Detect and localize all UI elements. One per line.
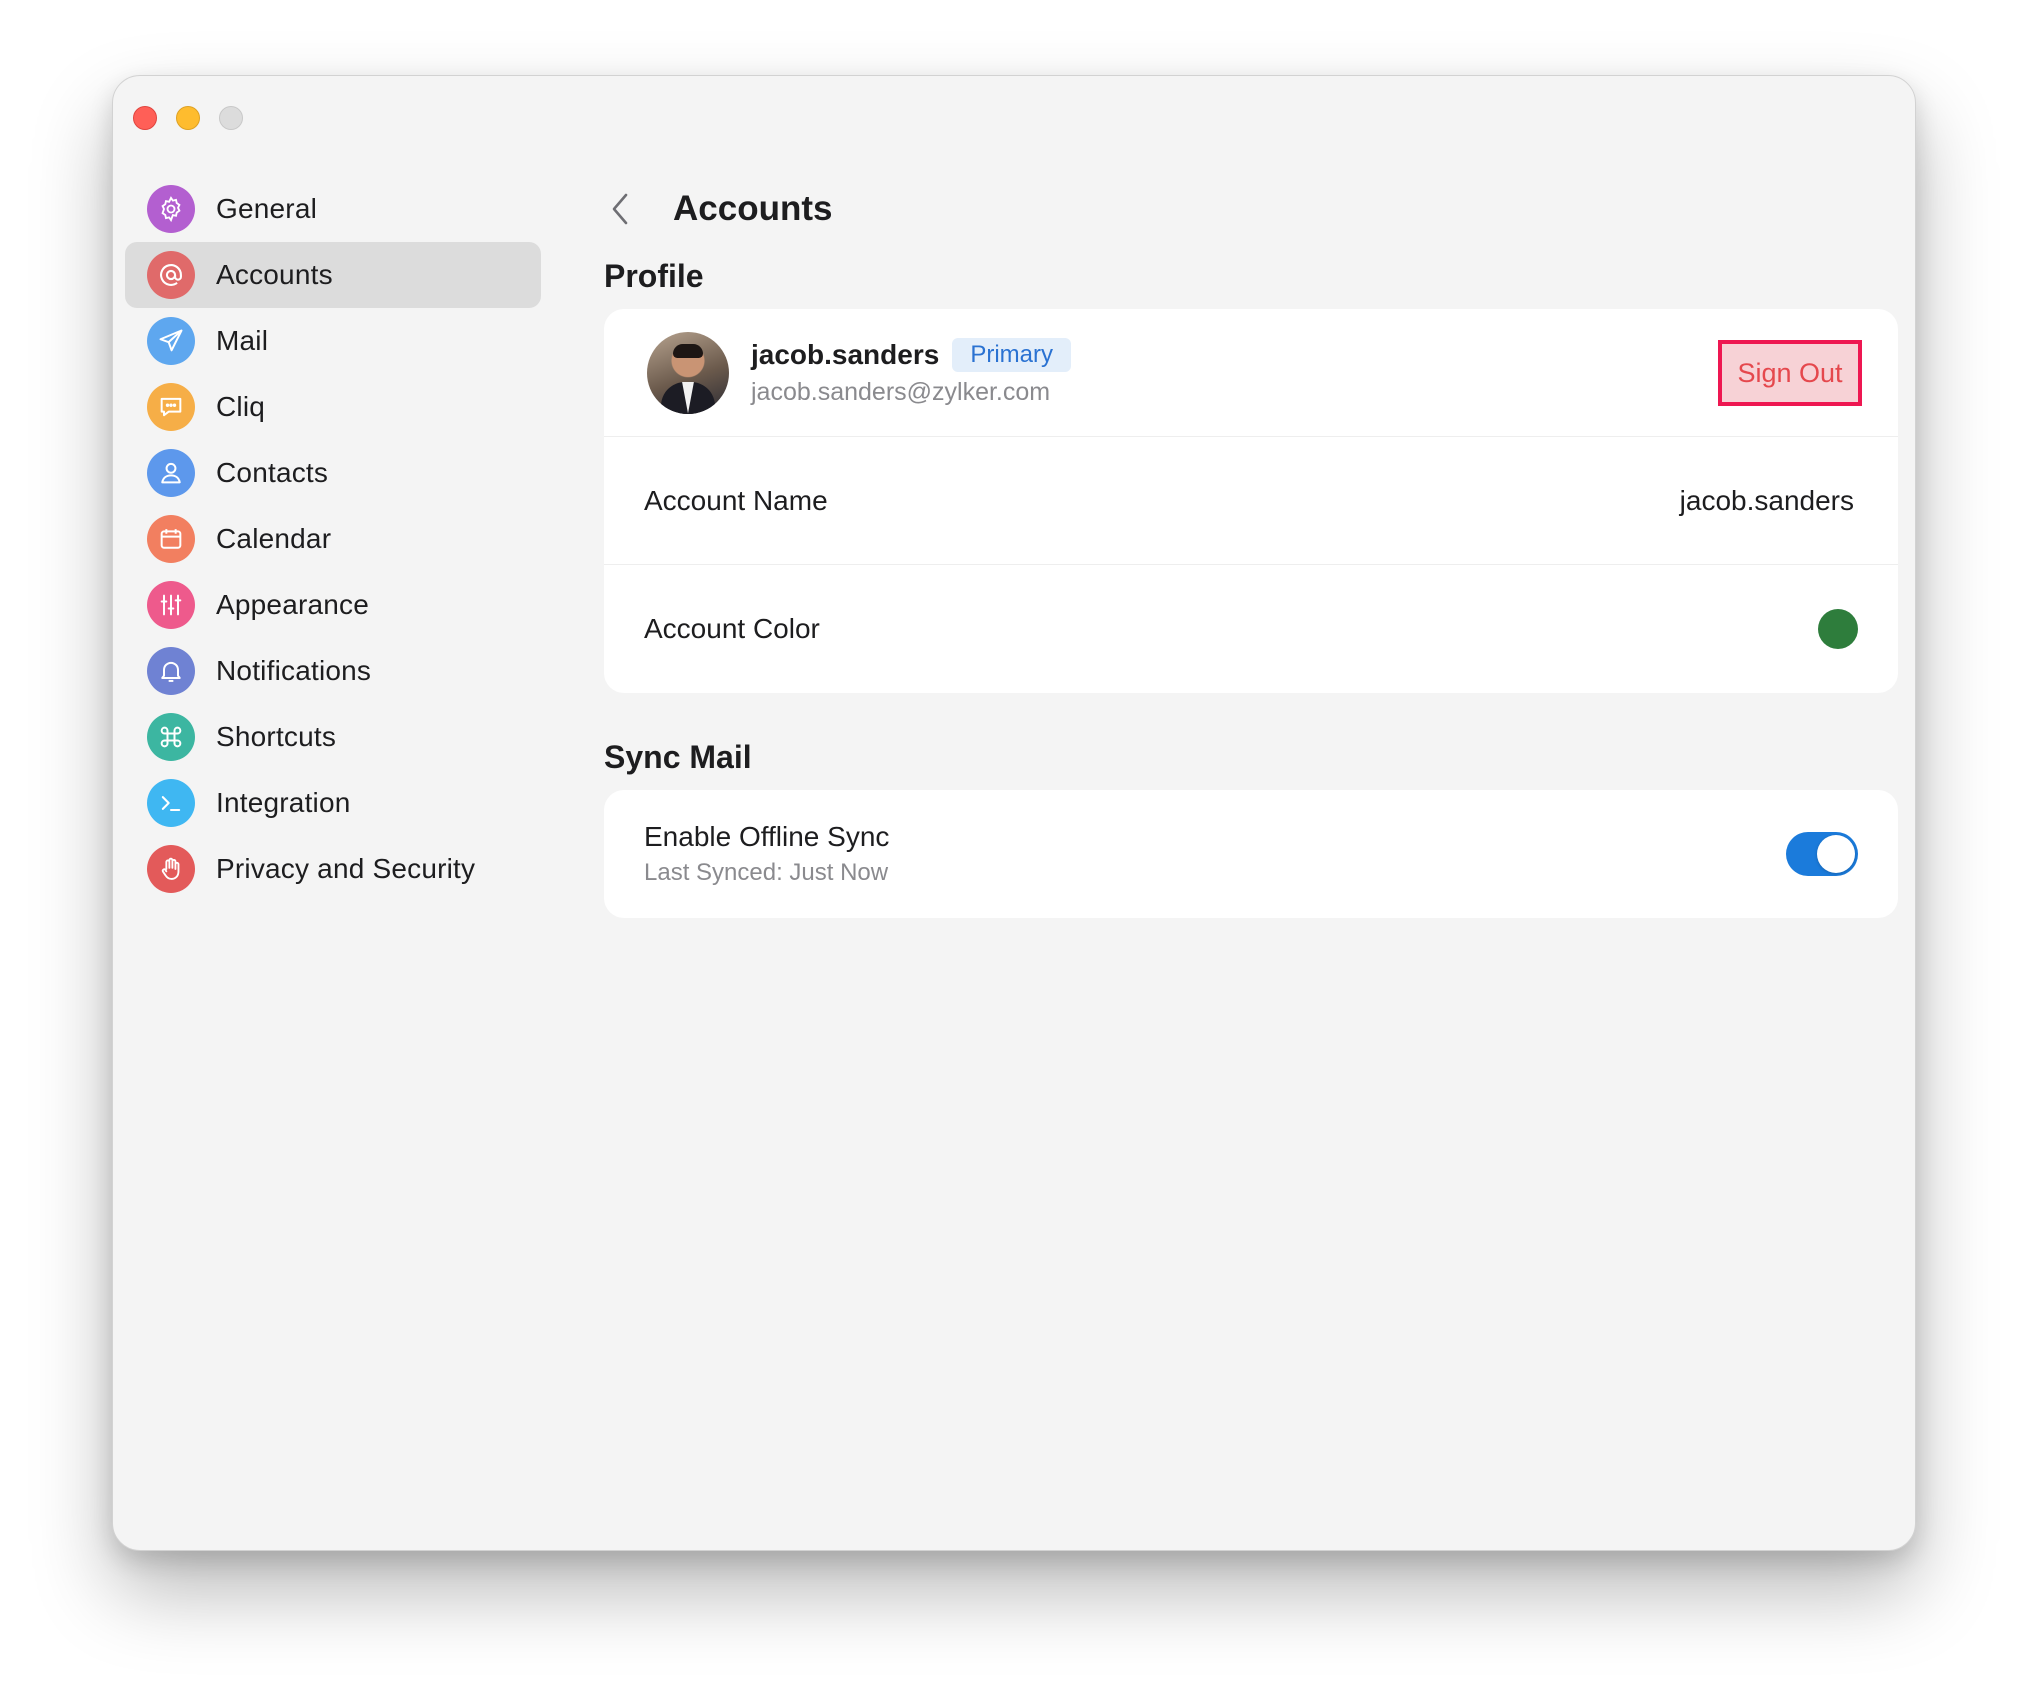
profile-row: jacob.sanders Primary jacob.sanders@zylk… xyxy=(604,309,1898,437)
page-title: Accounts xyxy=(673,189,833,228)
profile-username: jacob.sanders xyxy=(751,339,940,370)
sidebar-item-label: Notifications xyxy=(216,655,372,686)
page-header: Accounts xyxy=(604,176,1898,242)
profile-card: jacob.sanders Primary jacob.sanders@zylk… xyxy=(604,309,1898,693)
sign-out-button[interactable]: Sign Out xyxy=(1718,340,1862,406)
profile-email: jacob.sanders@zylker.com xyxy=(751,378,1051,406)
settings-window: General Accounts Mail Cliq Contacts Cale… xyxy=(112,75,1916,1551)
sidebar-item-accounts[interactable]: Accounts xyxy=(125,242,541,308)
terminal-icon xyxy=(147,779,195,827)
window-controls xyxy=(133,106,243,130)
zoom-window-button[interactable] xyxy=(219,106,243,130)
main-content: Accounts Profile jacob.sanders Primary j… xyxy=(604,176,1898,918)
chat-icon xyxy=(147,383,195,431)
close-window-button[interactable] xyxy=(133,106,157,130)
primary-badge: Primary xyxy=(952,338,1071,372)
profile-info: jacob.sanders Primary jacob.sanders@zylk… xyxy=(751,338,1071,407)
account-color-swatch[interactable] xyxy=(1818,609,1858,649)
profile-section-title: Profile xyxy=(604,258,704,294)
sidebar-item-label: Calendar xyxy=(216,523,332,554)
sidebar-item-notifications[interactable]: Notifications xyxy=(125,638,541,704)
sidebar-item-contacts[interactable]: Contacts xyxy=(125,440,541,506)
calendar-icon xyxy=(147,515,195,563)
sidebar-item-label: Integration xyxy=(216,787,351,818)
sidebar-item-label: Accounts xyxy=(216,259,333,290)
sidebar-item-shortcuts[interactable]: Shortcuts xyxy=(125,704,541,770)
sidebar-item-label: Contacts xyxy=(216,457,329,488)
sidebar-item-calendar[interactable]: Calendar xyxy=(125,506,541,572)
sidebar: General Accounts Mail Cliq Contacts Cale… xyxy=(125,176,541,902)
at-icon xyxy=(147,251,195,299)
account-name-value[interactable]: jacob.sanders xyxy=(1680,485,1854,517)
sliders-icon xyxy=(147,581,195,629)
sidebar-item-integration[interactable]: Integration xyxy=(125,770,541,836)
sidebar-item-label: Shortcuts xyxy=(216,721,337,752)
back-button[interactable] xyxy=(610,189,640,229)
command-icon xyxy=(147,713,195,761)
sidebar-item-general[interactable]: General xyxy=(125,176,541,242)
sidebar-item-label: Privacy and Security xyxy=(216,853,476,884)
chevron-left-icon xyxy=(612,193,628,225)
avatar xyxy=(647,331,729,414)
sync-section-title: Sync Mail xyxy=(604,739,752,775)
account-name-row[interactable]: Account Name jacob.sanders xyxy=(604,437,1898,565)
bell-icon xyxy=(147,647,195,695)
hand-icon xyxy=(147,845,195,893)
sidebar-item-privacy-and-security[interactable]: Privacy and Security xyxy=(125,836,541,902)
person-icon xyxy=(147,449,195,497)
account-name-label: Account Name xyxy=(644,484,828,516)
gear-icon xyxy=(147,185,195,233)
sidebar-item-label: Appearance xyxy=(216,589,370,620)
sidebar-item-label: General xyxy=(216,193,318,224)
sidebar-item-label: Mail xyxy=(216,325,269,356)
sidebar-item-appearance[interactable]: Appearance xyxy=(125,572,541,638)
minimize-window-button[interactable] xyxy=(176,106,200,130)
paper-plane-icon xyxy=(147,317,195,365)
sidebar-item-mail[interactable]: Mail xyxy=(125,308,541,374)
offline-sync-label: Enable Offline Sync xyxy=(644,821,890,852)
sidebar-item-label: Cliq xyxy=(216,391,266,422)
last-synced-status: Last Synced: Just Now xyxy=(644,859,889,886)
account-color-label: Account Color xyxy=(644,613,820,644)
sync-card: Enable Offline Sync Last Synced: Just No… xyxy=(604,790,1898,918)
offline-sync-row: Enable Offline Sync Last Synced: Just No… xyxy=(604,790,1898,918)
sidebar-item-cliq[interactable]: Cliq xyxy=(125,374,541,440)
toggle-knob xyxy=(1817,835,1855,873)
account-color-row[interactable]: Account Color xyxy=(604,565,1898,693)
offline-sync-toggle[interactable] xyxy=(1786,832,1858,876)
